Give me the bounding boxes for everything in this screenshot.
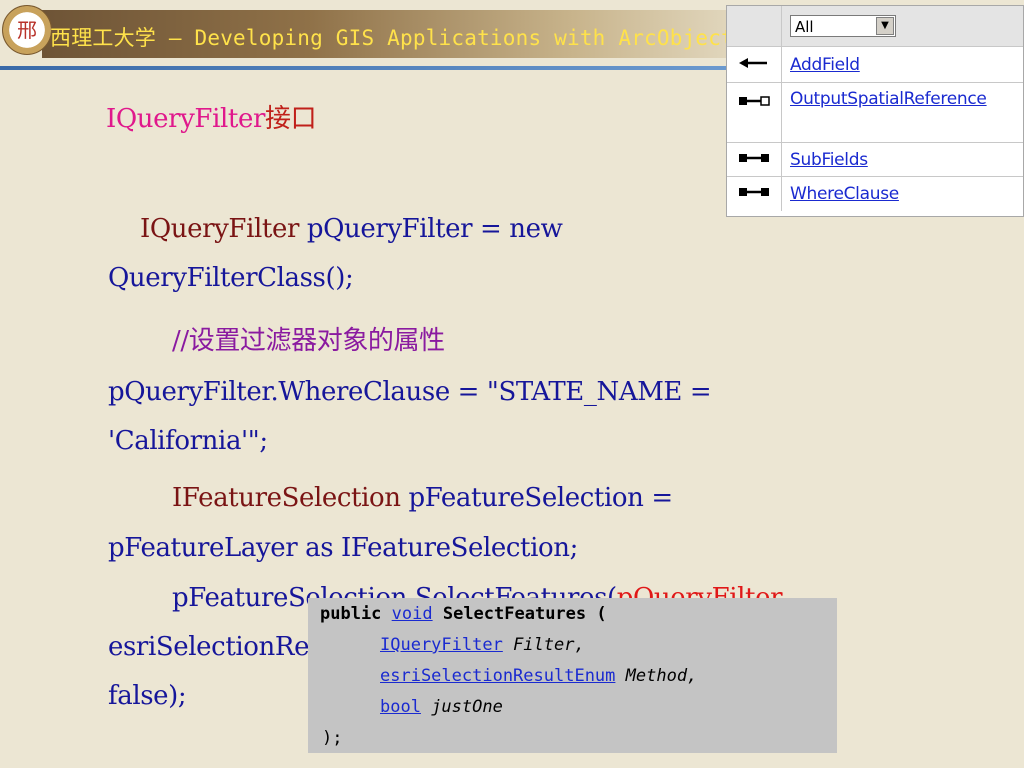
code-line-10: false); <box>108 681 187 711</box>
filter-icon-cell <box>727 6 782 47</box>
filter-cell: All ▼ <box>781 6 1023 47</box>
heading-interface-name: IQueryFilter <box>106 104 265 134</box>
heading-cn: 接口 <box>264 104 317 134</box>
member-row: SubFields <box>727 142 1023 177</box>
code-line-4: pQueryFilter.WhereClause = "STATE_NAME = <box>108 377 712 407</box>
code-comment: //设置过滤器对象的属性 <box>172 326 445 356</box>
header-title: 西理工大学 — Developing GIS Applications with… <box>50 26 747 50</box>
member-link-subfields[interactable]: SubFields <box>782 150 868 170</box>
signature-line-1: public void SelectFeatures ( <box>320 604 607 624</box>
code-text: pFeatureSelection = <box>400 483 673 513</box>
code-line-1: IQueryFilter pQueryFilter = new <box>140 214 563 244</box>
sig-enum-link[interactable]: esriSelectionResultEnum <box>380 666 615 686</box>
code-type-ifeatureselection: IFeatureSelection <box>172 483 401 513</box>
member-link-outputspatialreference[interactable]: OutputSpatialReference <box>782 89 987 109</box>
sig-bool-link[interactable]: bool <box>380 697 421 717</box>
sig-method-name: SelectFeatures ( <box>432 604 607 624</box>
member-cell: OutputSpatialReference <box>781 82 1023 143</box>
header-divider <box>0 66 760 70</box>
member-filter-select[interactable]: All ▼ <box>790 15 896 37</box>
code-line-6: IFeatureSelection pFeatureSelection = <box>172 483 673 513</box>
sig-param-name: justOne <box>420 697 503 717</box>
members-filter-row: All ▼ <box>727 6 1023 47</box>
sig-iqueryfilter-link[interactable]: IQueryFilter <box>380 635 503 655</box>
property-both-icon <box>727 142 782 177</box>
university-logo: 邢 <box>2 5 52 55</box>
member-cell: AddField <box>781 46 1023 83</box>
signature-close: ); <box>322 728 343 748</box>
dropdown-arrow-icon[interactable]: ▼ <box>876 17 894 35</box>
member-link-addfield[interactable]: AddField <box>782 55 860 75</box>
sig-param-name: Filter, <box>502 635 585 655</box>
code-line-2: QueryFilterClass(); <box>108 263 354 293</box>
property-both-icon <box>727 176 782 211</box>
property-readwrite-icon <box>727 82 782 143</box>
member-row: AddField <box>727 46 1023 83</box>
code-type-iqueryfilter: IQueryFilter <box>140 214 299 244</box>
members-panel: All ▼ AddField OutputSpatialReference Su… <box>726 5 1024 217</box>
member-row: WhereClause <box>727 176 1024 211</box>
sig-void-link[interactable]: void <box>392 604 433 624</box>
member-row: OutputSpatialReference <box>727 82 1023 143</box>
signature-param-1: IQueryFilter Filter, <box>380 635 585 655</box>
slide-heading: IQueryFilter接口 <box>106 98 317 135</box>
method-left-arrow-icon <box>727 46 782 83</box>
code-line-5: 'California'"; <box>108 426 268 456</box>
member-cell: SubFields <box>781 142 1023 177</box>
signature-param-2: esriSelectionResultEnum Method, <box>380 666 697 686</box>
member-filter-value: All <box>795 18 814 36</box>
sig-param-name: Method, <box>615 666 698 686</box>
method-signature-box: public void SelectFeatures ( IQueryFilte… <box>308 598 837 753</box>
signature-param-3: bool justOne <box>380 697 503 717</box>
sig-public: public <box>320 604 392 624</box>
member-cell: WhereClause <box>782 177 1024 211</box>
members-table: All ▼ AddField OutputSpatialReference Su… <box>727 6 1023 211</box>
code-text: pQueryFilter = new <box>298 214 563 244</box>
member-link-whereclause[interactable]: WhereClause <box>782 184 899 204</box>
code-line-7: pFeatureLayer as IFeatureSelection; <box>108 533 578 563</box>
logo-glyph: 邢 <box>17 18 37 42</box>
